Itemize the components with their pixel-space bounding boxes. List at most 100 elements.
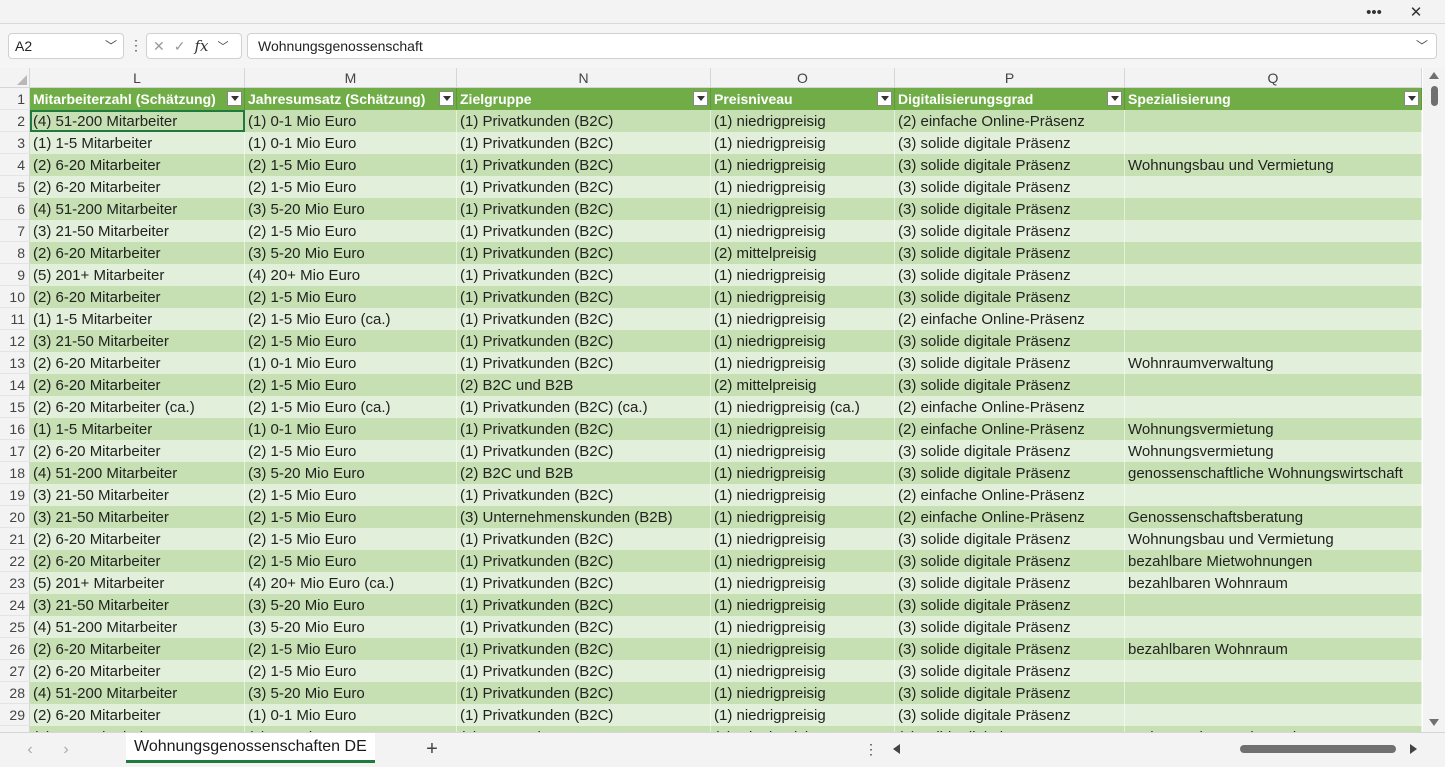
chevron-down-icon[interactable]: ﹀ bbox=[105, 37, 117, 54]
column-header[interactable]: P bbox=[895, 68, 1125, 88]
table-cell[interactable]: (2) 6-20 Mitarbeiter bbox=[30, 550, 245, 572]
table-cell[interactable] bbox=[1125, 484, 1422, 506]
sheet-tab-active[interactable]: Wohnungsgenossenschaften DE bbox=[126, 733, 375, 763]
cancel-icon[interactable]: ✕ bbox=[153, 38, 165, 55]
row-header[interactable]: 24 bbox=[0, 594, 30, 616]
table-cell[interactable]: (1) Privatkunden (B2C) bbox=[457, 176, 711, 198]
filter-dropdown-icon[interactable] bbox=[227, 91, 242, 106]
table-cell[interactable]: (1) Privatkunden (B2C) bbox=[457, 528, 711, 550]
table-cell[interactable]: (1) 1-5 Mitarbeiter bbox=[30, 132, 245, 154]
table-cell[interactable]: (1) Privatkunden (B2C) bbox=[457, 418, 711, 440]
table-cell[interactable]: (2) einfache Online-Präsenz bbox=[895, 308, 1125, 330]
table-cell[interactable]: (2) 1-5 Mio Euro bbox=[245, 440, 457, 462]
table-cell[interactable]: (4) 51-200 Mitarbeiter bbox=[30, 682, 245, 704]
table-cell[interactable] bbox=[1125, 396, 1422, 418]
table-cell[interactable]: (1) Privatkunden (B2C) bbox=[457, 154, 711, 176]
row-header[interactable]: 16 bbox=[0, 418, 30, 440]
table-cell[interactable]: (1) Privatkunden (B2C) bbox=[457, 616, 711, 638]
row-header[interactable]: 29 bbox=[0, 704, 30, 726]
table-cell[interactable]: (2) 1-5 Mio Euro bbox=[245, 550, 457, 572]
row-header[interactable]: 8 bbox=[0, 242, 30, 264]
table-cell[interactable]: (2) 6-20 Mitarbeiter bbox=[30, 286, 245, 308]
column-header[interactable]: O bbox=[711, 68, 895, 88]
table-cell[interactable]: (3) solide digitale Präsenz bbox=[895, 132, 1125, 154]
table-cell[interactable]: (4) 20+ Mio Euro bbox=[245, 264, 457, 286]
row-header[interactable]: 13 bbox=[0, 352, 30, 374]
table-cell[interactable]: (2) 6-20 Mitarbeiter bbox=[30, 660, 245, 682]
table-cell[interactable]: Wohnungsvermietung bbox=[1125, 418, 1422, 440]
row-header[interactable]: 4 bbox=[0, 154, 30, 176]
select-all-corner[interactable] bbox=[0, 68, 30, 88]
filter-dropdown-icon[interactable] bbox=[693, 91, 708, 106]
table-cell[interactable]: (3) solide digitale Präsenz bbox=[895, 330, 1125, 352]
table-cell[interactable]: (4) 51-200 Mitarbeiter bbox=[30, 616, 245, 638]
table-cell[interactable] bbox=[1125, 682, 1422, 704]
table-cell[interactable]: (3) solide digitale Präsenz bbox=[895, 154, 1125, 176]
table-cell[interactable]: (2) 1-5 Mio Euro bbox=[245, 528, 457, 550]
table-cell[interactable]: (1) niedrigpreisig bbox=[711, 638, 895, 660]
table-cell[interactable]: Genossenschaftsberatung bbox=[1125, 506, 1422, 528]
table-cell[interactable]: (2) 6-20 Mitarbeiter bbox=[30, 374, 245, 396]
table-cell[interactable]: (4) 20+ Mio Euro (ca.) bbox=[245, 572, 457, 594]
table-cell[interactable]: (1) Privatkunden (B2C) bbox=[457, 242, 711, 264]
scroll-left-icon[interactable] bbox=[893, 744, 900, 754]
row-header[interactable]: 2 bbox=[0, 110, 30, 132]
row-header[interactable]: 11 bbox=[0, 308, 30, 330]
table-cell[interactable]: (1) niedrigpreisig bbox=[711, 506, 895, 528]
table-cell[interactable]: (2) einfache Online-Präsenz bbox=[895, 418, 1125, 440]
table-cell[interactable]: (1) niedrigpreisig (ca.) bbox=[711, 396, 895, 418]
table-cell[interactable] bbox=[1125, 704, 1422, 726]
table-cell[interactable]: (2) 1-5 Mio Euro bbox=[245, 506, 457, 528]
table-cell[interactable]: (3) solide digitale Präsenz bbox=[895, 704, 1125, 726]
table-cell[interactable]: (1) Privatkunden (B2C) bbox=[457, 572, 711, 594]
table-cell[interactable]: (4) 51-200 Mitarbeiter bbox=[30, 198, 245, 220]
row-header[interactable]: 15 bbox=[0, 396, 30, 418]
table-cell[interactable]: (1) Privatkunden (B2C) bbox=[457, 638, 711, 660]
table-cell[interactable]: (3) solide digitale Präsenz bbox=[895, 242, 1125, 264]
table-cell[interactable]: (1) Privatkunden (B2C) bbox=[457, 682, 711, 704]
table-cell[interactable]: (1) niedrigpreisig bbox=[711, 176, 895, 198]
table-cell[interactable]: (1) niedrigpreisig bbox=[711, 440, 895, 462]
table-cell[interactable] bbox=[1125, 660, 1422, 682]
table-cell[interactable]: (2) einfache Online-Präsenz bbox=[895, 506, 1125, 528]
table-cell[interactable]: (2) 1-5 Mio Euro bbox=[245, 374, 457, 396]
table-header-cell[interactable]: Spezialisierung bbox=[1125, 88, 1422, 110]
table-cell[interactable]: (3) 5-20 Mio Euro bbox=[245, 462, 457, 484]
table-cell[interactable]: (3) 21-50 Mitarbeiter bbox=[30, 594, 245, 616]
table-cell[interactable]: (1) 0-1 Mio Euro bbox=[245, 418, 457, 440]
table-cell[interactable]: (1) niedrigpreisig bbox=[711, 308, 895, 330]
row-header[interactable]: 27 bbox=[0, 660, 30, 682]
table-cell[interactable]: (2) einfache Online-Präsenz bbox=[895, 484, 1125, 506]
table-cell[interactable]: (3) solide digitale Präsenz bbox=[895, 660, 1125, 682]
table-cell[interactable]: (3) solide digitale Präsenz bbox=[895, 220, 1125, 242]
table-cell[interactable]: (1) 1-5 Mitarbeiter bbox=[30, 308, 245, 330]
table-cell[interactable] bbox=[1125, 110, 1422, 132]
scroll-down-icon[interactable] bbox=[1429, 719, 1439, 726]
table-cell[interactable]: (3) 21-50 Mitarbeiter bbox=[30, 330, 245, 352]
table-cell[interactable]: (2) 1-5 Mio Euro bbox=[245, 220, 457, 242]
table-cell[interactable]: (1) Privatkunden (B2C) bbox=[457, 660, 711, 682]
table-header-cell[interactable]: Preisniveau bbox=[711, 88, 895, 110]
table-cell[interactable]: (2) mittelpreisig bbox=[711, 374, 895, 396]
chevron-right-icon[interactable]: › bbox=[56, 739, 76, 761]
table-cell[interactable] bbox=[1125, 198, 1422, 220]
row-header[interactable]: 17 bbox=[0, 440, 30, 462]
table-cell[interactable]: (2) 1-5 Mio Euro bbox=[245, 330, 457, 352]
table-cell[interactable]: (1) niedrigpreisig bbox=[711, 616, 895, 638]
table-cell[interactable]: (5) 201+ Mitarbeiter bbox=[30, 264, 245, 286]
table-cell[interactable] bbox=[1125, 286, 1422, 308]
table-cell[interactable]: (1) Privatkunden (B2C) (ca.) bbox=[457, 396, 711, 418]
row-header[interactable]: 14 bbox=[0, 374, 30, 396]
row-header[interactable]: 22 bbox=[0, 550, 30, 572]
vertical-scrollbar[interactable] bbox=[1423, 68, 1445, 732]
filter-dropdown-icon[interactable] bbox=[1404, 91, 1419, 106]
vertical-scroll-thumb[interactable] bbox=[1431, 86, 1438, 106]
row-header[interactable]: 6 bbox=[0, 198, 30, 220]
table-cell[interactable]: Wohnungsbau und Vermietung bbox=[1125, 154, 1422, 176]
table-cell[interactable]: (1) niedrigpreisig bbox=[711, 528, 895, 550]
table-cell[interactable]: (3) solide digitale Präsenz bbox=[895, 528, 1125, 550]
table-cell[interactable]: (1) Privatkunden (B2C) bbox=[457, 704, 711, 726]
close-icon[interactable]: ✕ bbox=[1398, 0, 1434, 24]
table-cell[interactable]: (3) solide digitale Präsenz bbox=[895, 550, 1125, 572]
table-header-cell[interactable]: Digitalisierungsgrad bbox=[895, 88, 1125, 110]
